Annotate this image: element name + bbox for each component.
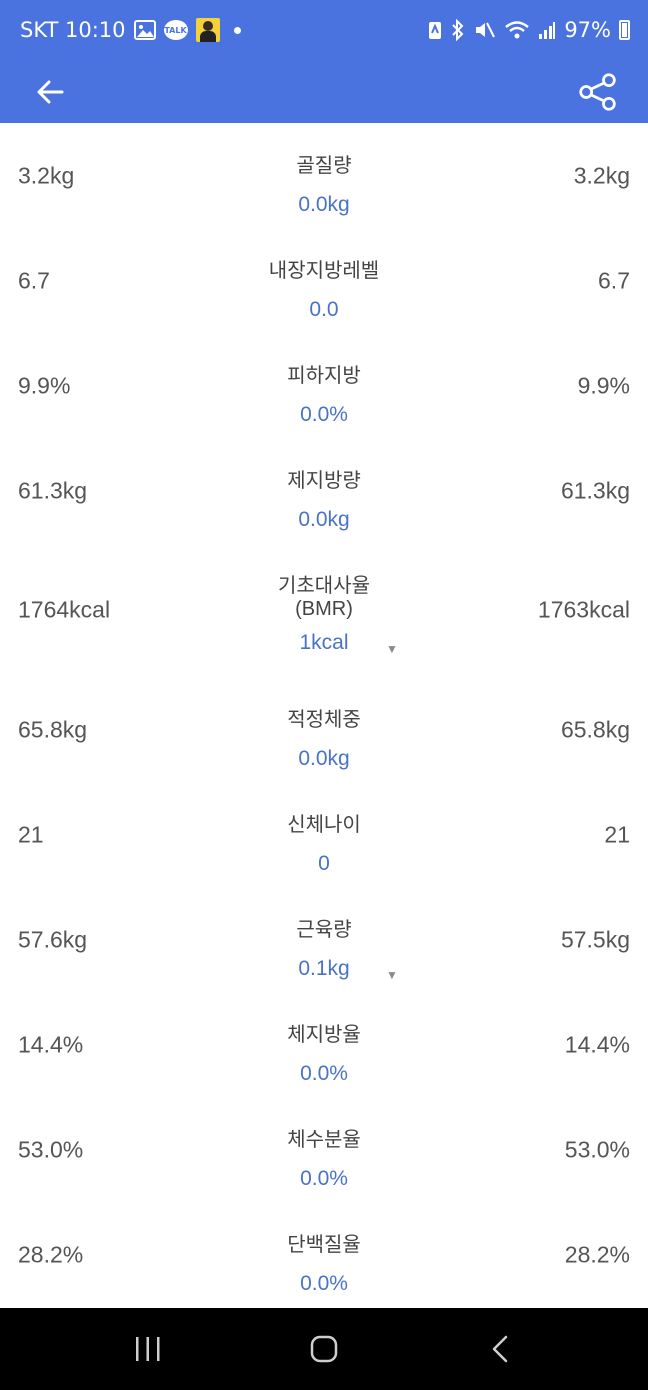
kakaotalk-icon: TALK <box>163 20 188 40</box>
metric-label: 제지방량 <box>287 468 361 492</box>
metric-center: 체수분율 0.0% <box>214 1127 434 1191</box>
previous-value: 3.2kg <box>18 162 75 188</box>
metric-center: 제지방량 0.0kg <box>214 468 434 532</box>
list-item-lean-body-mass: 61.3kg 제지방량 0.0kg 61.3kg <box>0 438 648 543</box>
metric-center: 체지방율 0.0% <box>214 1022 434 1086</box>
home-button[interactable] <box>284 1319 364 1379</box>
metric-label: 단백질율 <box>287 1232 361 1256</box>
recent-apps-button[interactable] <box>108 1319 188 1379</box>
mute-icon <box>474 20 496 40</box>
current-value: 57.5kg <box>560 926 630 952</box>
metric-center: 내장지방레벨 0.0 <box>214 258 434 322</box>
difference-value: 0 <box>318 852 330 875</box>
previous-value: 6.7 <box>18 267 50 293</box>
system-back-button[interactable] <box>460 1319 540 1379</box>
metric-label: 근육량 <box>296 917 352 941</box>
decrease-arrow-icon: ▼ <box>386 968 398 982</box>
list-item-body-fat-rate: 14.4% 체지방율 0.0% 14.4% <box>0 992 648 1097</box>
difference-text: 0.1kg <box>298 957 350 980</box>
list-item-visceral-fat-level: 6.7 내장지방레벨 0.0 6.7 <box>0 228 648 333</box>
metric-center: 신체나이 0 <box>214 812 434 876</box>
back-chevron-icon <box>492 1335 508 1363</box>
avatar-notification-icon <box>195 18 220 42</box>
previous-value: 14.4% <box>18 1031 84 1057</box>
more-notifications-dot-icon <box>233 26 241 34</box>
home-icon <box>310 1335 338 1363</box>
metric-center: 적정체중 0.0kg <box>214 707 434 771</box>
current-value: 1763kcal <box>537 596 630 623</box>
metric-label: 적정체중 <box>287 707 361 731</box>
decrease-arrow-icon: ▼ <box>386 642 398 656</box>
metric-label: 피하지방 <box>287 363 361 387</box>
list-item-bone-mass: 3.2kg 골질량 0.0kg 3.2kg <box>0 123 648 228</box>
current-value: 61.3kg <box>560 477 630 503</box>
list-item-protein-rate: 28.2% 단백질율 0.0% 28.2% <box>0 1202 648 1307</box>
current-value: 53.0% <box>564 1136 630 1162</box>
metric-label: 체수분율 <box>287 1127 361 1151</box>
previous-value: 65.8kg <box>18 716 88 742</box>
current-value: 28.2% <box>564 1241 630 1267</box>
app-bar <box>0 60 648 123</box>
current-value: 14.4% <box>564 1031 630 1057</box>
metric-label: 체지방율 <box>287 1022 361 1046</box>
current-value: 9.9% <box>577 372 630 398</box>
difference-value: 1kcal ▼ <box>214 631 434 656</box>
previous-value: 1764kcal <box>18 596 111 623</box>
metric-center: 피하지방 0.0% <box>214 363 434 427</box>
difference-value: 0.0kg <box>298 193 350 216</box>
wifi-icon <box>504 20 530 40</box>
metric-center: 근육량 0.1kg ▼ <box>214 917 434 982</box>
current-value: 21 <box>604 821 630 847</box>
list-item-ideal-weight: 65.8kg 적정체중 0.0kg 65.8kg <box>0 677 648 782</box>
difference-text: 1kcal <box>299 631 349 654</box>
status-bar: SKT 10:10 TALK 97% <box>0 0 648 60</box>
metric-label-sub: (BMR) <box>295 598 353 620</box>
current-value: 3.2kg <box>573 162 630 188</box>
list-item-bmr: 1764kcal 기초대사율 (BMR) 1kcal ▼ 1763kcal <box>0 543 648 677</box>
previous-value: 61.3kg <box>18 477 88 503</box>
gallery-icon <box>133 20 156 40</box>
previous-value: 9.9% <box>18 372 71 398</box>
difference-value: 0.0% <box>300 1272 348 1295</box>
signal-icon <box>538 20 556 40</box>
difference-value: 0.0 <box>309 298 339 321</box>
arrow-left-icon <box>37 80 64 103</box>
recent-apps-icon <box>136 1337 160 1361</box>
status-bar-left: SKT 10:10 TALK <box>20 18 241 42</box>
difference-value: 0.1kg ▼ <box>214 957 434 982</box>
list-item-body-water-rate: 53.0% 체수분율 0.0% 53.0% <box>0 1097 648 1202</box>
difference-value: 0.0kg <box>298 508 350 531</box>
battery-percent: 97% <box>564 18 611 42</box>
metric-label: 신체나이 <box>287 812 361 836</box>
metric-label: 내장지방레벨 <box>268 258 380 282</box>
system-nav-bar <box>0 1308 648 1390</box>
metric-center: 기초대사율 (BMR) 1kcal ▼ <box>214 573 434 656</box>
back-button[interactable] <box>30 68 70 116</box>
previous-value: 53.0% <box>18 1136 84 1162</box>
metric-label: 골질량 <box>296 153 352 177</box>
previous-value: 21 <box>18 821 44 847</box>
share-button[interactable] <box>578 68 618 116</box>
difference-value: 0.0kg <box>298 747 350 770</box>
status-bar-right: 97% <box>428 18 630 42</box>
comparison-list: 3.2kg 골질량 0.0kg 3.2kg 6.7 내장지방레벨 0.0 6.7… <box>0 123 648 1307</box>
previous-value: 57.6kg <box>18 926 88 952</box>
list-item-body-age: 21 신체나이 0 21 <box>0 782 648 887</box>
difference-value: 0.0% <box>300 403 348 426</box>
metric-center: 골질량 0.0kg <box>214 153 434 217</box>
difference-value: 0.0% <box>300 1167 348 1190</box>
battery-icon <box>619 20 630 40</box>
current-value: 65.8kg <box>560 716 630 742</box>
list-item-muscle-mass: 57.6kg 근육량 0.1kg ▼ 57.5kg <box>0 887 648 992</box>
carrier-time: SKT 10:10 <box>20 18 126 42</box>
list-item-subcutaneous-fat: 9.9% 피하지방 0.0% 9.9% <box>0 333 648 438</box>
metric-label: 기초대사율 <box>278 573 370 597</box>
share-icon <box>579 72 616 111</box>
metric-center: 단백질율 0.0% <box>214 1232 434 1296</box>
difference-value: 0.0% <box>300 1062 348 1085</box>
battery-saver-icon <box>428 20 442 40</box>
bluetooth-icon <box>450 19 466 41</box>
previous-value: 28.2% <box>18 1241 84 1267</box>
current-value: 6.7 <box>598 267 630 293</box>
